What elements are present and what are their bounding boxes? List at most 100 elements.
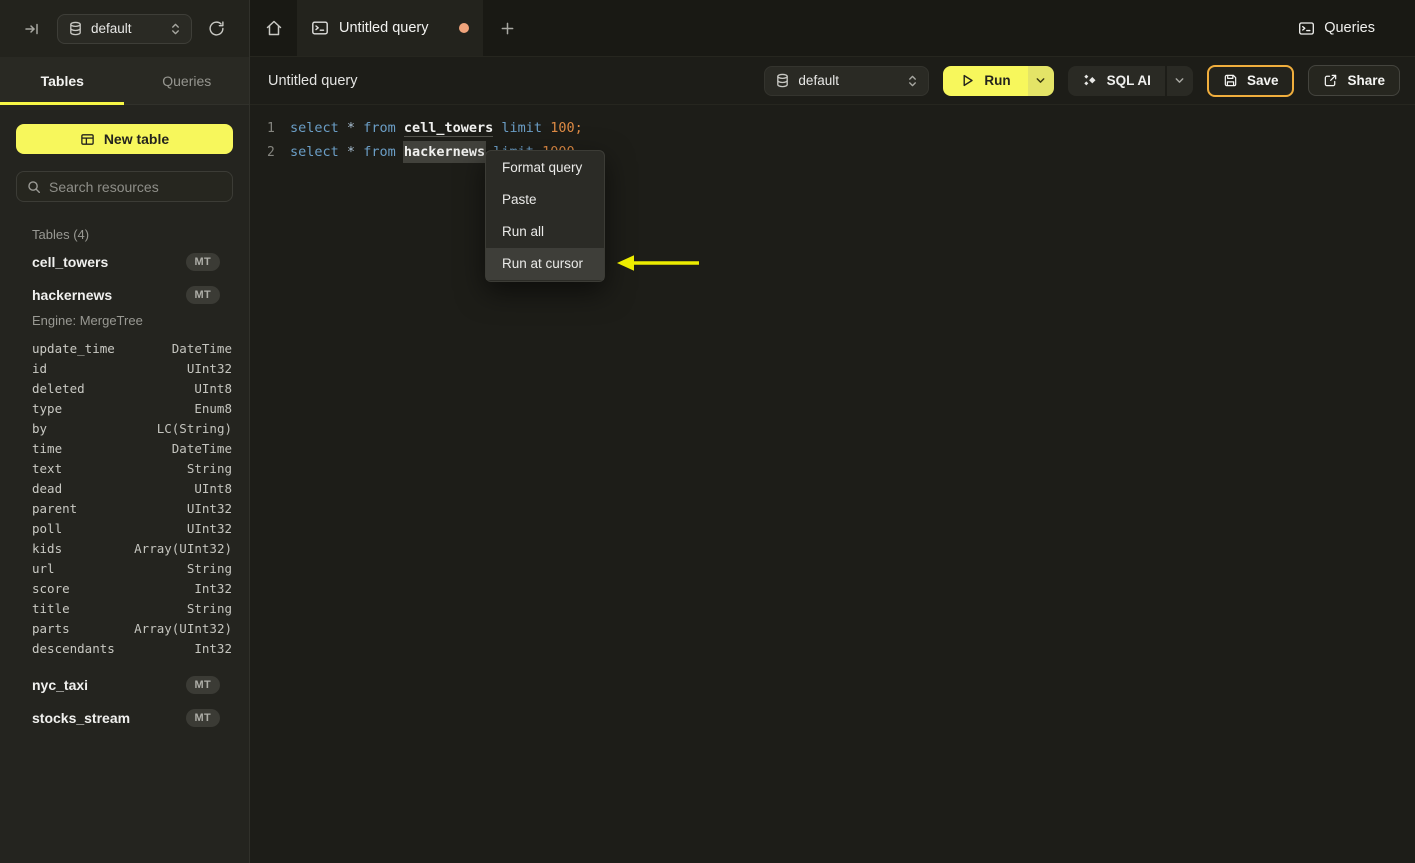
column-row: parent UInt32 xyxy=(32,498,232,518)
column-name: score xyxy=(32,580,70,596)
column-type: String xyxy=(186,560,232,576)
column-row: descendants Int32 xyxy=(32,638,232,658)
column-name: update_time xyxy=(32,340,115,356)
share-external-icon xyxy=(1323,73,1338,88)
column-type: String xyxy=(186,600,232,616)
sql-ai-options-chevron[interactable] xyxy=(1166,65,1193,96)
table-row-cell_towers[interactable]: cell_towers MT xyxy=(0,245,249,278)
column-type: UInt32 xyxy=(186,500,232,516)
chevron-down-icon xyxy=(1035,75,1046,86)
column-name: descendants xyxy=(32,640,115,656)
engine-badge: MT xyxy=(185,252,220,271)
column-name: type xyxy=(32,400,63,416)
chevron-updown-icon xyxy=(170,22,181,36)
table-row-hackernews[interactable]: hackernews MT xyxy=(0,278,249,311)
refresh-icon[interactable] xyxy=(208,20,225,37)
column-row: kids Array(UInt32) xyxy=(32,538,232,558)
share-button[interactable]: Share xyxy=(1308,65,1400,96)
chevron-down-icon xyxy=(1174,75,1185,86)
tab-untitled-query[interactable]: Untitled query xyxy=(297,0,483,56)
database-selector[interactable]: default xyxy=(57,13,192,44)
engine-badge: MT xyxy=(185,708,220,727)
collapse-sidebar-icon[interactable] xyxy=(24,21,40,37)
sidebar-tab-tables[interactable]: Tables xyxy=(0,57,125,104)
menu-item-run-all[interactable]: Run all xyxy=(486,216,604,248)
code-token: cell_towers xyxy=(403,119,494,137)
column-type: Enum8 xyxy=(194,400,232,416)
table-name: cell_towers xyxy=(32,253,109,270)
column-row: url String xyxy=(32,558,232,578)
home-icon xyxy=(265,19,283,37)
save-button[interactable]: Save xyxy=(1206,64,1295,97)
code-token: select xyxy=(290,120,339,136)
queries-button[interactable]: Queries xyxy=(1298,0,1375,56)
code-token: from xyxy=(363,120,396,136)
new-table-button[interactable]: New table xyxy=(16,124,233,154)
code-token: limit xyxy=(501,120,543,136)
code-token: from xyxy=(363,144,396,160)
menu-item-format-query[interactable]: Format query xyxy=(486,152,604,184)
column-row: dead UInt8 xyxy=(32,478,232,498)
sidebar-tab-queries[interactable]: Queries xyxy=(125,57,250,104)
database-icon xyxy=(775,73,790,88)
line-number: 1 xyxy=(267,120,275,136)
run-split-button: Run xyxy=(943,65,1054,96)
menu-item-paste[interactable]: Paste xyxy=(486,184,604,216)
column-type: DateTime xyxy=(171,340,232,356)
sidebar-tabs: Tables Queries xyxy=(0,57,250,105)
new-tab-button[interactable] xyxy=(483,0,532,56)
engine-badge: MT xyxy=(185,675,220,694)
table-row-nyc_taxi[interactable]: nyc_taxi MT xyxy=(0,668,249,701)
column-name: deleted xyxy=(32,380,85,396)
database-selector[interactable]: default xyxy=(764,65,930,96)
code-token: hackernews xyxy=(402,141,487,163)
unsaved-changes-dot xyxy=(459,23,469,33)
top-bar: default Untitled query Queries xyxy=(0,0,1415,57)
sql-ai-button[interactable]: SQL AI xyxy=(1067,65,1165,96)
column-row: text String xyxy=(32,458,232,478)
column-type: Array(UInt32) xyxy=(134,540,232,556)
editor-header: Untitled query default Run SQL AI Save S… xyxy=(250,57,1415,105)
table-icon xyxy=(80,132,95,147)
sql-console-app: default Untitled query Queries Tables Qu… xyxy=(0,0,1415,863)
column-name: text xyxy=(32,460,63,476)
tab-strip: Untitled query Queries xyxy=(250,0,1415,57)
table-row-stocks_stream[interactable]: stocks_stream MT xyxy=(0,701,249,734)
column-type: UInt32 xyxy=(186,360,232,376)
table-name: nyc_taxi xyxy=(32,676,89,693)
run-options-chevron[interactable] xyxy=(1027,65,1054,96)
database-selector-value: default xyxy=(798,73,839,88)
menu-item-run-at-cursor[interactable]: Run at cursor xyxy=(486,248,604,280)
column-row: update_time DateTime xyxy=(32,338,232,358)
annotation-arrow xyxy=(615,250,705,276)
editor-lines: 1 select * from cell_towers limit 100; 2 se… xyxy=(250,116,1415,164)
search-input[interactable] xyxy=(49,178,230,195)
line-number: 2 xyxy=(267,144,275,160)
database-selector-value: default xyxy=(91,21,132,36)
search-icon xyxy=(27,180,41,194)
code-token: 100; xyxy=(550,120,583,136)
run-button[interactable]: Run xyxy=(943,65,1028,96)
column-row: poll UInt32 xyxy=(32,518,232,538)
header-row: Tables Queries Untitled query default Ru… xyxy=(0,57,1415,105)
sql-editor[interactable]: 1 select * from cell_towers limit 100; 2 se… xyxy=(250,105,1415,863)
code-token: select xyxy=(290,144,339,160)
run-button-label: Run xyxy=(984,73,1011,88)
queries-button-label: Queries xyxy=(1324,20,1375,36)
column-row: by LC(String) xyxy=(32,418,232,438)
home-button[interactable] xyxy=(250,0,297,56)
column-row: time DateTime xyxy=(32,438,232,458)
top-bar-left: default xyxy=(0,0,250,57)
save-button-label: Save xyxy=(1246,73,1279,88)
column-name: id xyxy=(32,360,48,376)
code-token: * xyxy=(346,144,356,160)
tables-list: cell_towers MT hackernews MT Engine: MergeTr… xyxy=(0,245,249,734)
table-engine-label: Engine: MergeTree xyxy=(32,313,143,328)
column-row: id UInt32 xyxy=(32,358,232,378)
save-floppy-icon xyxy=(1223,73,1238,88)
column-type: Array(UInt32) xyxy=(134,620,232,636)
table-columns: update_time DateTime id UInt32 deleted UInt8 t… xyxy=(0,334,249,668)
column-name: parent xyxy=(32,500,78,516)
